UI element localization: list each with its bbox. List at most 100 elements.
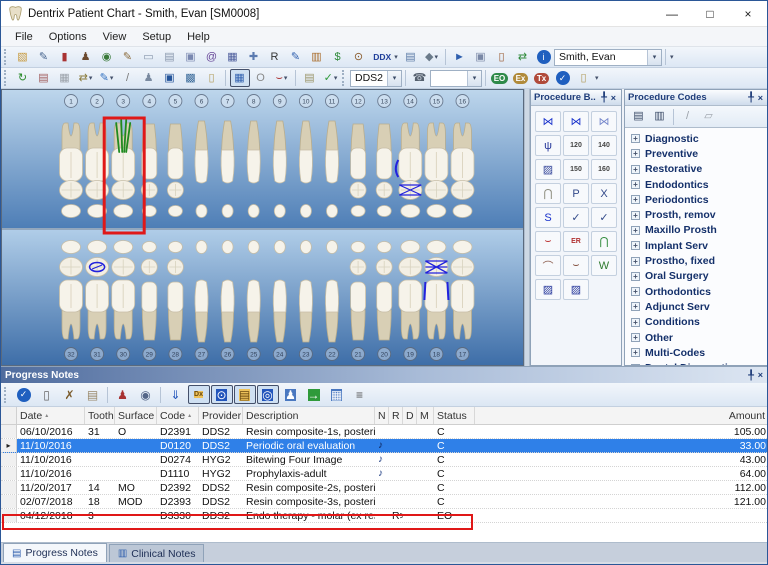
- invalidate-procedure-icon[interactable]: ✗: [59, 385, 81, 404]
- maximize-button[interactable]: □: [691, 1, 729, 26]
- denture-lower-button[interactable]: ⌣: [563, 255, 589, 276]
- patient-alerts-icon[interactable]: ►: [450, 48, 470, 66]
- chevron-down-icon[interactable]: ▾: [467, 71, 481, 86]
- chevron-down-icon[interactable]: ▾: [434, 53, 438, 61]
- probe-120-button[interactable]: 120: [563, 135, 589, 156]
- perio-hatch2-button[interactable]: ▨: [563, 279, 589, 300]
- expand-plus-icon[interactable]: +: [631, 165, 640, 174]
- list-detail-view-icon[interactable]: ▤: [629, 108, 649, 126]
- expand-plus-icon[interactable]: +: [631, 302, 640, 311]
- health-history-icon[interactable]: ✚: [244, 48, 264, 66]
- select-patient-icon[interactable]: ▧: [13, 48, 33, 66]
- journal-import-icon[interactable]: ⇓: [165, 385, 187, 404]
- monitor-image-icon[interactable]: ▩: [181, 69, 201, 87]
- perio-arch-icon[interactable]: O: [251, 69, 271, 87]
- blank-form-icon[interactable]: ▭: [139, 48, 159, 66]
- expand-plus-icon[interactable]: +: [631, 226, 640, 235]
- close-button[interactable]: ×: [729, 1, 767, 26]
- lined-form-icon[interactable]: ▤: [160, 48, 180, 66]
- billing-icon[interactable]: $: [328, 48, 348, 66]
- view-exam-toggle[interactable]: ◎: [257, 385, 279, 404]
- table-row[interactable]: 11/10/2016D0274HYG2Bitewing Four Image♪C…: [1, 453, 768, 467]
- ex-status-icon[interactable]: Ex: [511, 69, 531, 87]
- provider-combo[interactable]: DDS2▾: [350, 70, 402, 87]
- category-adjunct-serv[interactable]: +Adjunct Serv: [627, 299, 766, 314]
- column-header-description[interactable]: Description: [243, 407, 375, 424]
- print-chart-icon[interactable]: ▤: [34, 69, 54, 87]
- phone-tooth-icon[interactable]: ☎: [410, 69, 430, 87]
- table-row[interactable]: 11/10/2016D1110HYG2Prophylaxis-adult♪C64…: [1, 467, 768, 481]
- chevron-down-icon[interactable]: ▾: [647, 50, 661, 65]
- print-icon[interactable]: ▤: [82, 385, 104, 404]
- transfer-arrow-icon[interactable]: →: [303, 385, 325, 404]
- complete-check-icon[interactable]: ✓: [553, 69, 573, 87]
- probe-140-button[interactable]: 140: [591, 135, 617, 156]
- category-prostho-fixed[interactable]: +Prostho, fixed: [627, 253, 766, 268]
- table-row[interactable]: 02/07/201818MODD2393DDS2Resin composite-…: [1, 495, 768, 509]
- menu-item-options[interactable]: Options: [41, 29, 95, 45]
- treatment-wand-icon[interactable]: ✓▾: [321, 69, 341, 87]
- column-header-amount[interactable]: Amount: [475, 407, 768, 424]
- chart-book-icon[interactable]: ▮: [55, 48, 75, 66]
- chevron-down-icon[interactable]: ▾: [387, 71, 401, 86]
- category-restorative[interactable]: +Restorative: [627, 162, 766, 177]
- expand-plus-icon[interactable]: +: [631, 211, 640, 220]
- root-canal-button[interactable]: ψ: [535, 135, 561, 156]
- patient-portrait-icon[interactable]: ▯: [492, 48, 512, 66]
- email-icon[interactable]: @: [202, 48, 222, 66]
- tooth-flip-icon[interactable]: ⇄▾: [76, 69, 96, 87]
- close-icon[interactable]: ×: [609, 93, 618, 103]
- menu-item-view[interactable]: View: [95, 29, 135, 45]
- category-other[interactable]: +Other: [627, 330, 766, 345]
- probe-150-button[interactable]: 150: [563, 159, 589, 180]
- category-implant-serv[interactable]: +Implant Serv: [627, 238, 766, 253]
- column-header-status[interactable]: Status: [434, 407, 475, 424]
- expand-plus-icon[interactable]: +: [631, 257, 640, 266]
- web-tooth-icon[interactable]: ◉: [97, 48, 117, 66]
- watch-button[interactable]: W: [591, 255, 617, 276]
- expand-plus-icon[interactable]: +: [631, 287, 640, 296]
- patient-info-icon[interactable]: i: [534, 48, 554, 66]
- drill-icon[interactable]: /: [678, 108, 698, 126]
- minimize-button[interactable]: —: [653, 1, 691, 26]
- chevron-down-icon[interactable]: ▾: [110, 74, 114, 82]
- clipboard-tooth-icon[interactable]: ▯: [202, 69, 222, 87]
- category-prosth-remov[interactable]: +Prosth, remov: [627, 207, 766, 222]
- probe-160-button[interactable]: 160: [591, 159, 617, 180]
- category-endodontics[interactable]: +Endodontics: [627, 177, 766, 192]
- extraction-button[interactable]: ⋂: [591, 231, 617, 252]
- documents-icon[interactable]: ▥: [307, 48, 327, 66]
- expand-plus-icon[interactable]: +: [631, 180, 640, 189]
- list-view-icon[interactable]: ▥: [650, 108, 670, 126]
- patient-chair-icon[interactable]: ♟: [76, 48, 96, 66]
- column-header-r[interactable]: R: [389, 407, 403, 424]
- refresh-icon[interactable]: ↻: [13, 69, 33, 87]
- crown-veneer-button[interactable]: ⋈: [591, 111, 617, 132]
- close-icon[interactable]: ×: [756, 370, 765, 380]
- fax-icon[interactable]: ▦: [55, 69, 75, 87]
- 3d-model-icon[interactable]: ◆▾: [422, 48, 442, 66]
- menu-item-file[interactable]: File: [7, 29, 41, 45]
- expand-plus-icon[interactable]: +: [631, 272, 640, 281]
- chevron-down-icon[interactable]: ▾: [284, 74, 288, 82]
- toolbar-overflow-icon[interactable]: ▾: [670, 53, 674, 61]
- expand-plus-icon[interactable]: +: [631, 241, 640, 250]
- column-header-provider[interactable]: Provider: [199, 407, 243, 424]
- column-header-m[interactable]: M: [417, 407, 434, 424]
- view-events-toggle[interactable]: ▤: [234, 385, 256, 404]
- monitor-tooth-icon[interactable]: ▣: [160, 69, 180, 87]
- chevron-down-icon[interactable]: ▾: [334, 74, 338, 82]
- chart-layout-icon[interactable]: ▦: [230, 69, 250, 87]
- expand-plus-icon[interactable]: +: [631, 333, 640, 342]
- table-row[interactable]: 11/20/201714MOD2392DDS2Resin composite-2…: [1, 481, 768, 495]
- probe-icon[interactable]: /: [118, 69, 138, 87]
- set-complete-icon[interactable]: ✓: [13, 385, 35, 404]
- eo-status-icon[interactable]: EO: [490, 69, 510, 87]
- id-card-icon[interactable]: ▤: [401, 48, 421, 66]
- view-completed-toggle[interactable]: ⊙: [211, 385, 233, 404]
- category-preventive[interactable]: +Preventive: [627, 146, 766, 161]
- door-panel-icon[interactable]: ▯: [574, 69, 594, 87]
- category-maxillo-prosth[interactable]: +Maxillo Prosth: [627, 223, 766, 238]
- anesthesia-button[interactable]: ⌣: [535, 231, 561, 252]
- close-icon[interactable]: ×: [756, 93, 765, 103]
